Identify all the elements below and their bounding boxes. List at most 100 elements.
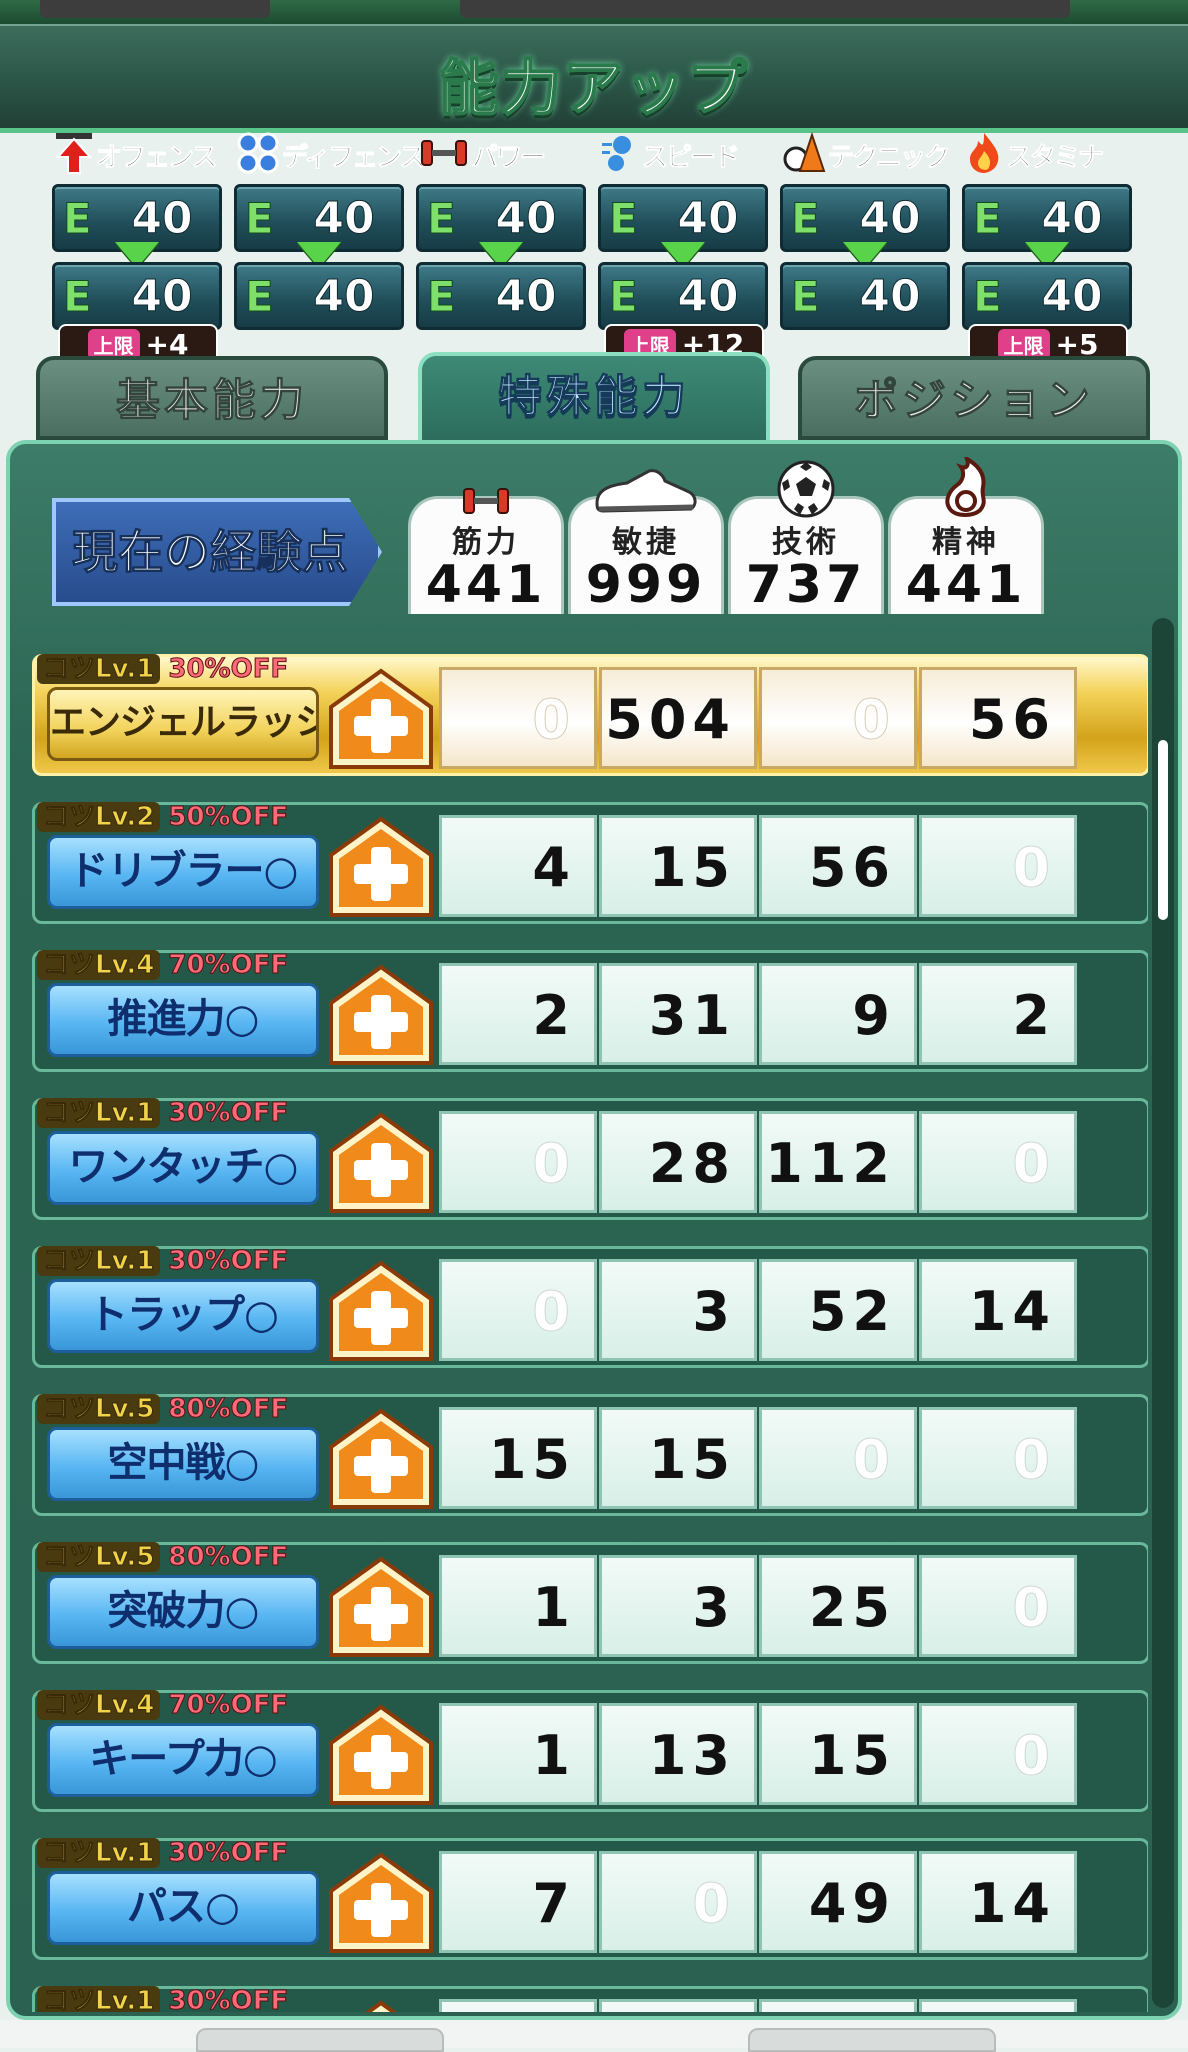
- plus-button[interactable]: [327, 1999, 435, 2012]
- skill-row[interactable]: コツLv.1 30%OFF ワンタッチ○ 0 28 112 0: [32, 1098, 1148, 1220]
- skill-list[interactable]: コツLv.1 30%OFF エンジェルラッシュ 0504056 コツLv.2 5…: [28, 614, 1148, 2012]
- plus-icon: [327, 1112, 435, 1223]
- kotsu-badge: コツLv.1 30%OFF: [37, 1985, 289, 2012]
- discount-label: 70%OFF: [168, 950, 289, 981]
- bottom-button-left[interactable]: [196, 2028, 444, 2052]
- plus-button[interactable]: [327, 1703, 435, 1811]
- skill-row[interactable]: コツLv.5 80%OFF 突破力○ 1 3 25 0: [32, 1542, 1148, 1664]
- cost-cells: 15 15 0 0: [439, 1407, 1079, 1509]
- cost-cell: 9: [759, 963, 917, 1065]
- cost-cell: 0: [439, 1111, 597, 1213]
- plus-button[interactable]: [327, 667, 435, 775]
- plus-button[interactable]: [327, 815, 435, 923]
- stat-grade: E: [791, 272, 821, 321]
- skill-name[interactable]: 突破力○: [47, 1575, 319, 1649]
- skill-name[interactable]: パス○: [47, 1871, 319, 1945]
- cost-cell: 0: [919, 1407, 1077, 1509]
- plus-button[interactable]: [327, 963, 435, 1071]
- skill-name[interactable]: エンジェルラッシュ: [47, 687, 319, 761]
- plus-button[interactable]: [327, 1555, 435, 1663]
- bottom-bar: [0, 2020, 1188, 2048]
- kotsu-level: コツLv.1: [37, 1098, 161, 1129]
- stat-label-row: スタミナ: [964, 130, 1105, 180]
- defense-icon: [236, 131, 280, 179]
- skill-name[interactable]: キープ力○: [47, 1723, 319, 1797]
- skill-row[interactable]: コツLv.1 30%OFF パス○ 7 0 49 14: [32, 1838, 1148, 1960]
- shoe-icon: [571, 459, 721, 519]
- cost-cell: 28: [599, 1111, 757, 1213]
- tab-1[interactable]: 特殊能力: [418, 352, 770, 448]
- plus-icon: [327, 816, 435, 927]
- skill-row[interactable]: コツLv.2 50%OFF ドリブラー○ 4 15 56 0: [32, 802, 1148, 924]
- skill-row[interactable]: コツLv.4 70%OFF キープ力○ 1 13 15 0: [32, 1690, 1148, 1812]
- stat-after-value: 40: [495, 271, 557, 323]
- skill-row[interactable]: コツLv.1 30%OFF トラップ○ 0 3 52 14: [32, 1246, 1148, 1368]
- cost-cell: 0: [439, 1259, 597, 1361]
- header-bar: 能力アップ: [0, 24, 1188, 133]
- tab-0[interactable]: 基本能力: [36, 356, 388, 440]
- cost-cells: 0 504 0 56: [439, 667, 1079, 769]
- cost-cells: 0 3 52 14: [439, 1259, 1079, 1361]
- skill-row[interactable]: コツLv.4 70%OFF 推進力○ 2 31 9 2: [32, 950, 1148, 1072]
- top-strip-piece: [460, 0, 1070, 18]
- plus-icon: [327, 668, 435, 779]
- skill-row[interactable]: コツLv.1 30%OFF エンジェルラッシュ 0504056: [32, 654, 1148, 776]
- limit-label: 上限: [87, 328, 140, 360]
- cost-cells: 1 3 25 0: [439, 1555, 1079, 1657]
- skill-row[interactable]: コツLv.5 80%OFF 空中戦○ 15 15 0 0: [32, 1394, 1148, 1516]
- skill-name[interactable]: 空中戦○: [47, 1427, 319, 1501]
- kotsu-level: コツLv.1: [37, 1986, 161, 2012]
- cost-cell: 0: [439, 667, 597, 769]
- skill-name[interactable]: ドリブラー○: [47, 835, 319, 909]
- plus-button[interactable]: [327, 1111, 435, 1219]
- plus-button[interactable]: [327, 1259, 435, 1367]
- technique-cone-icon: [782, 131, 826, 179]
- top-strip: [0, 0, 1188, 24]
- cost-cell: 56: [919, 667, 1077, 769]
- offense-arrow-icon: [54, 131, 94, 179]
- stat-after-value: 40: [313, 271, 375, 323]
- plus-icon: [327, 1408, 435, 1519]
- cost-cell: 112: [759, 1111, 917, 1213]
- plus-button[interactable]: [327, 1407, 435, 1515]
- skill-name[interactable]: ワンタッチ○: [47, 1131, 319, 1205]
- stat-label: スタミナ: [1005, 142, 1104, 173]
- kotsu-badge: コツLv.5 80%OFF: [37, 1393, 289, 1425]
- experience-value: 999: [585, 555, 707, 615]
- cost-cell: 0: [759, 667, 917, 769]
- tab-2[interactable]: ポジション: [798, 356, 1150, 440]
- kotsu-badge: コツLv.2 50%OFF: [37, 801, 289, 833]
- cost-cell: 15: [599, 815, 757, 917]
- scrollbar-thumb[interactable]: [1158, 740, 1168, 920]
- stat-after-value: 40: [859, 271, 921, 323]
- stat-after-value: 40: [677, 271, 739, 323]
- skill-row[interactable]: コツLv.1 30%OFF: [32, 1986, 1148, 2012]
- skill-name[interactable]: 推進力○: [47, 983, 319, 1057]
- experience-value: 441: [425, 555, 547, 615]
- plus-icon: [327, 1260, 435, 1371]
- stat-grade: E: [973, 272, 1003, 321]
- dumbbell-icon: [411, 459, 561, 519]
- discount-label: 30%OFF: [168, 654, 289, 685]
- dumbbell-icon: [418, 135, 470, 175]
- cost-cell: [919, 1999, 1077, 2012]
- stat-current-value: 40: [859, 193, 921, 245]
- cost-cells: 2 31 9 2: [439, 963, 1079, 1065]
- cost-cell: 0: [919, 1111, 1077, 1213]
- experience-value: 737: [745, 555, 867, 615]
- stat-grade: E: [427, 272, 457, 321]
- cost-cell: 4: [439, 815, 597, 917]
- cost-cell: 14: [919, 1259, 1077, 1361]
- kotsu-badge: コツLv.1 30%OFF: [37, 1837, 289, 1869]
- cost-cell: 3: [599, 1555, 757, 1657]
- stat-label: パワー: [471, 142, 546, 173]
- top-strip-piece: [40, 0, 270, 18]
- stat-label-row: スピード: [600, 130, 741, 180]
- skill-name[interactable]: トラップ○: [47, 1279, 319, 1353]
- soccer-ball-icon: [731, 459, 881, 519]
- kotsu-level: コツLv.2: [37, 802, 161, 833]
- stat-label-row: パワー: [418, 130, 547, 180]
- plus-button[interactable]: [327, 1851, 435, 1959]
- bottom-button-right[interactable]: [748, 2028, 996, 2052]
- cost-cell: [439, 1999, 597, 2012]
